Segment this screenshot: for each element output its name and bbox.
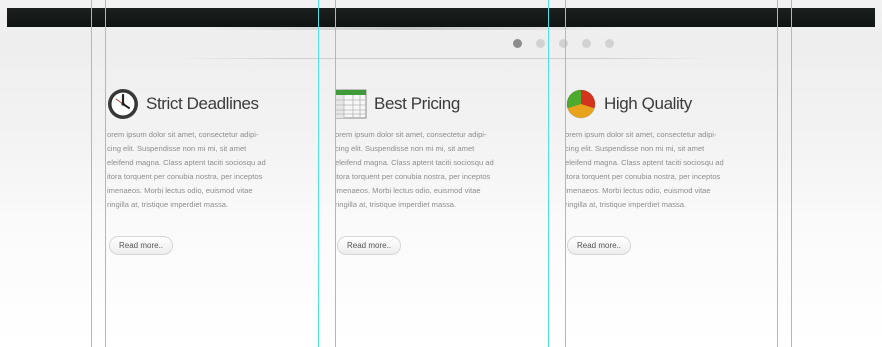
feature-title: High Quality <box>604 94 692 113</box>
feature-strict-deadlines: Strict Deadlines orem ipsum dolor sit am… <box>107 86 321 255</box>
feature-header: Strict Deadlines <box>107 86 321 122</box>
description-line: ringilla at, tristique imperdiet massa. <box>565 200 687 209</box>
top-bar-shadow <box>200 27 620 30</box>
feature-high-quality: High Quality orem ipsum dolor sit amet, … <box>565 86 779 255</box>
description-line: ringilla at, tristique imperdiet massa. <box>335 200 457 209</box>
grid-guide-line <box>791 0 792 347</box>
description-line: eleifend magna. Class aptent taciti soci… <box>335 158 494 167</box>
slider-dot-2[interactable] <box>536 39 545 48</box>
feature-title: Strict Deadlines <box>146 94 259 113</box>
description-line: cing elit. Suspendisse non mi mi, sit am… <box>565 144 705 153</box>
slider-pagination <box>513 39 614 48</box>
description-line: imenaeos. Morbi lectus odio, euismod vit… <box>335 186 481 195</box>
grid-guide-line <box>777 0 778 347</box>
description-line: imenaeos. Morbi lectus odio, euismod vit… <box>107 186 253 195</box>
read-more-button[interactable]: Read more.. <box>567 236 632 255</box>
slider-dot-4[interactable] <box>582 39 591 48</box>
description-line: itora torquent per conubia nostra, per i… <box>107 172 263 181</box>
description-line: orem ipsum dolor sit amet, consectetur a… <box>565 130 717 139</box>
description-line: itora torquent per conubia nostra, per i… <box>565 172 721 181</box>
slider-dot-5[interactable] <box>605 39 614 48</box>
feature-header: High Quality <box>565 86 779 122</box>
description-line: cing elit. Suspendisse non mi mi, sit am… <box>107 144 247 153</box>
grid-guide-line <box>548 0 549 347</box>
feature-description: orem ipsum dolor sit amet, consectetur a… <box>565 128 779 212</box>
description-line: cing elit. Suspendisse non mi mi, sit am… <box>335 144 475 153</box>
clock-icon <box>107 88 139 120</box>
slider-dot-1[interactable] <box>513 39 522 48</box>
feature-title: Best Pricing <box>374 94 460 113</box>
pie-chart-icon <box>565 88 597 120</box>
feature-header: Best Pricing <box>335 86 549 122</box>
description-line: ringilla at, tristique imperdiet massa. <box>107 200 229 209</box>
feature-best-pricing: Best Pricing orem ipsum dolor sit amet, … <box>335 86 549 255</box>
description-line: eleifend magna. Class aptent taciti soci… <box>107 158 266 167</box>
grid-guide-line <box>91 0 92 347</box>
grid-guide-line <box>565 0 566 347</box>
read-more-button[interactable]: Read more.. <box>109 236 174 255</box>
read-more-button[interactable]: Read more.. <box>337 236 402 255</box>
description-line: itora torquent per conubia nostra, per i… <box>335 172 491 181</box>
grid-guide-line <box>335 0 336 347</box>
description-line: orem ipsum dolor sit amet, consectetur a… <box>335 130 487 139</box>
slider-dot-3[interactable] <box>559 39 568 48</box>
description-line: eleifend magna. Class aptent taciti soci… <box>565 158 724 167</box>
spreadsheet-icon <box>335 88 367 120</box>
description-line: imenaeos. Morbi lectus odio, euismod vit… <box>565 186 711 195</box>
grid-guide-line <box>105 0 106 347</box>
top-bar <box>7 8 875 27</box>
section-divider <box>180 58 710 59</box>
description-line: orem ipsum dolor sit amet, consectetur a… <box>107 130 259 139</box>
feature-description: orem ipsum dolor sit amet, consectetur a… <box>107 128 321 212</box>
grid-guide-line <box>318 0 319 347</box>
feature-description: orem ipsum dolor sit amet, consectetur a… <box>335 128 549 212</box>
